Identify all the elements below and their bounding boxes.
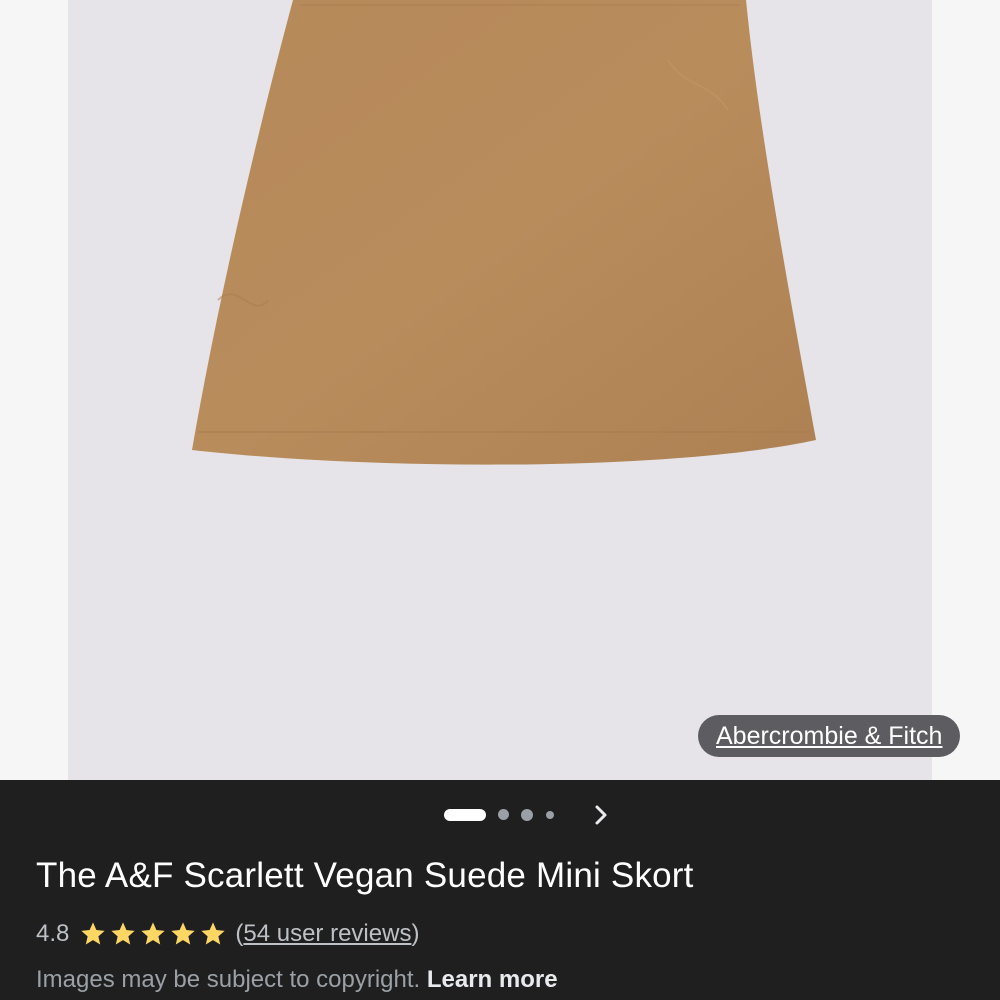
rating-row: 4.8 (54 user reviews) bbox=[36, 917, 419, 951]
chevron-right-icon[interactable] bbox=[588, 801, 614, 829]
product-image-panel bbox=[68, 0, 932, 780]
star-icon bbox=[171, 922, 196, 945]
reviews-link[interactable]: (54 user reviews) bbox=[235, 920, 419, 948]
carousel-dot[interactable] bbox=[546, 811, 554, 819]
learn-more-link[interactable]: Learn more bbox=[427, 966, 558, 993]
star-rating bbox=[79, 920, 229, 948]
carousel-dot[interactable] bbox=[521, 809, 533, 821]
rating-value: 4.8 bbox=[36, 920, 70, 947]
star-icon bbox=[111, 922, 136, 945]
star-icon bbox=[141, 922, 166, 945]
source-link-chip[interactable]: Abercrombie & Fitch bbox=[698, 715, 961, 757]
reviews-link-text[interactable]: 54 user reviews bbox=[243, 920, 411, 947]
carousel-dot[interactable] bbox=[498, 809, 509, 820]
carousel-dot-active[interactable] bbox=[444, 809, 486, 821]
skort-shape bbox=[192, 0, 816, 465]
reviews-close-paren: ) bbox=[411, 920, 420, 947]
star-icon bbox=[201, 922, 226, 945]
image-viewer[interactable]: Abercrombie & Fitch bbox=[0, 0, 1000, 780]
copyright-text: Images may be subject to copyright. bbox=[36, 966, 421, 993]
copyright-notice: Images may be subject to copyright. Lear… bbox=[36, 966, 558, 994]
product-title: The A&F Scarlett Vegan Suede Mini Skort bbox=[36, 856, 694, 895]
product-image bbox=[192, 0, 816, 465]
star-icon bbox=[81, 922, 106, 945]
